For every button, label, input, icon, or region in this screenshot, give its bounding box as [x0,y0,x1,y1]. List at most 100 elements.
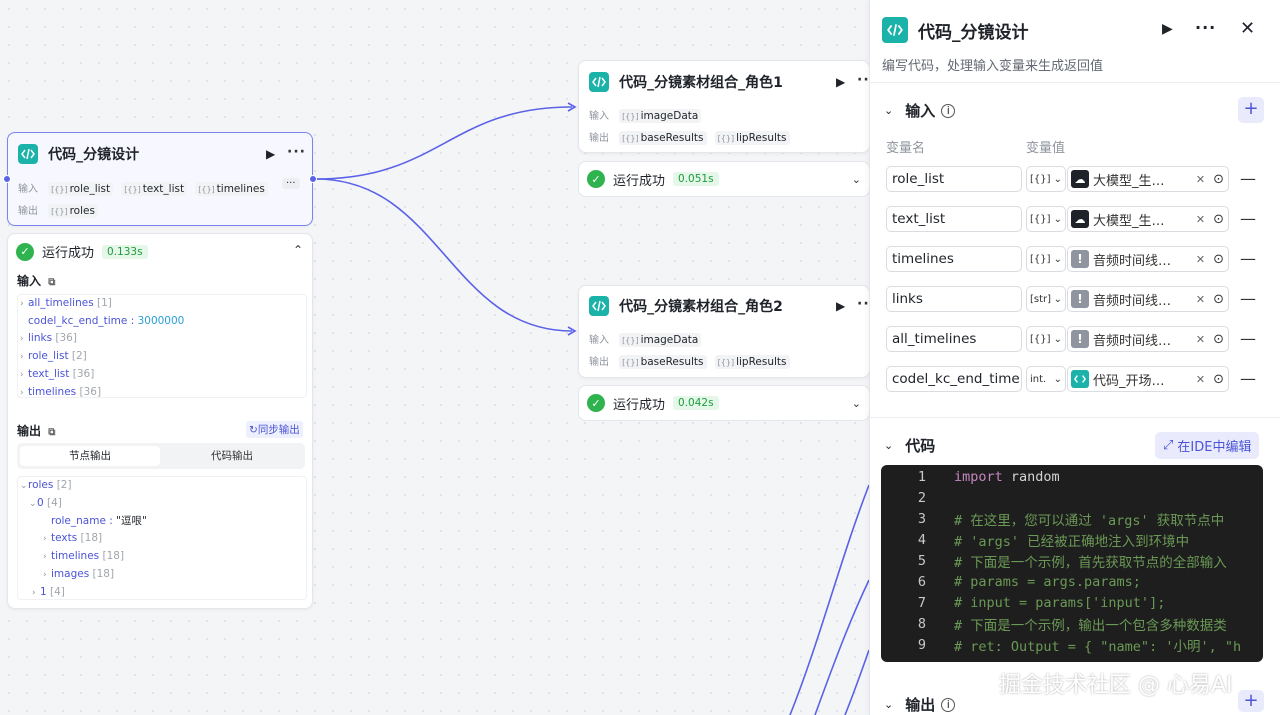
code-editor[interactable]: 1 import random 2 3 # 在这里，您可以通过 'args' 获取节… [881,465,1263,662]
code-line: 4 # 'args' 已经被正确地注入到环境中 [917,531,1190,550]
variable-name-input[interactable]: timelines [886,246,1022,272]
info-icon: i [941,103,956,118]
remove-icon[interactable]: — [1240,289,1256,308]
tree-row[interactable]: › images [18] [20,566,306,584]
tree-row[interactable]: › texts [18] [20,530,306,548]
node-storyboard-design[interactable]: 代码_分镜设计 ▶ ··· 输入 [{}] role_list [{}] text_… [7,132,313,226]
edge-offscreen-2 [814,579,870,715]
input-port[interactable] [3,175,11,183]
tab-code-output[interactable]: 代码输出 [162,446,302,466]
variable-value-select[interactable]: ! 音频时间线… ✕ ⊙ [1067,286,1229,312]
more-icon[interactable]: ··· [1195,18,1216,37]
sync-output-button[interactable]: ↻同步输出 [246,421,303,438]
type-select[interactable]: [str] ⌄ [1026,286,1066,312]
status-text: 运行成功 [613,397,666,413]
more-icon[interactable]: ·· [857,296,870,312]
node-title: 代码_分镜设计 [48,147,140,163]
code-line: 3 # 在这里，您可以通过 'args' 获取节点中 [917,510,1225,529]
output-tag: [{}] baseResults [619,131,707,145]
refresh-icon: ↻ [249,424,258,436]
variable-value-select[interactable]: ! 音频时间线… ✕ ⊙ [1067,326,1229,352]
output-label: 输出 [589,357,609,368]
more-icon[interactable]: ·· [857,72,870,88]
collapse-icon[interactable]: ⌃ [293,243,303,257]
tab-node-output[interactable]: 节点输出 [20,446,160,466]
chevron-down-icon[interactable]: ⌄ [884,104,893,117]
remove-icon[interactable]: — [1240,369,1256,388]
status-text: 运行成功 [613,173,666,189]
tree-row[interactable]: ⌄roles [2] [20,477,306,495]
variable-value-select[interactable]: 代码_开场… ✕ ⊙ [1067,366,1229,392]
type-select[interactable]: int. ⌄ [1026,366,1066,392]
variable-name-input[interactable]: all_timelines [886,326,1022,352]
output-tag: [{}] baseResults [619,355,707,369]
input-label: 输入 [589,111,609,122]
tree-row[interactable]: › all_timelines [1] [20,295,306,313]
panel-description: 编写代码，处理输入变量来生成返回值 [882,59,1104,74]
duration-badge: 0.133s [102,244,148,259]
chevron-down-icon[interactable]: ⌄ [852,397,861,410]
tree-row[interactable]: ⌄0 [4] [20,495,306,513]
code-node-icon [589,72,609,92]
chevron-down-icon[interactable]: ⌄ [884,698,893,711]
edge-to-role2 [315,178,573,332]
code-section-title: 代码 [905,437,936,455]
duration-badge: 0.051s [673,172,719,186]
code-line: 7 # input = params['input']; [917,594,1166,611]
run-status-bar[interactable]: ✓ 运行成功 0.042s ⌄ [578,385,870,421]
status-text: 运行成功 [42,246,95,261]
variable-value-select[interactable]: ! 音频时间线… ✕ ⊙ [1067,246,1229,272]
output-section-title: 输出 [905,696,936,714]
input-heading: 输入 [17,274,42,288]
remove-icon[interactable]: — [1240,169,1256,188]
code-line: 6 # params = args.params; [917,573,1141,590]
variable-value-select[interactable]: ☁ 大模型_生… ✕ ⊙ [1067,166,1229,192]
chevron-down-icon[interactable]: ⌄ [884,439,893,452]
run-result-panel: ✓ 运行成功 0.133s ⌃ 输入 ⧉ › all_timelines [1] … [7,233,313,609]
remove-icon[interactable]: — [1240,329,1256,348]
code-line: 8 # 下面是一个示例，输出一个包含多种数据类 [917,615,1227,634]
remove-icon[interactable]: — [1240,209,1256,228]
tree-row[interactable]: › text_list [36] [20,366,306,384]
input-label: 输入 [18,184,38,195]
run-icon[interactable]: ▶ [836,75,845,89]
tree-row[interactable]: › timelines [18] [20,548,306,566]
output-tag: [{}] lipResults [714,131,790,145]
tree-row: role_name : "逗哏" [51,515,147,527]
remove-icon[interactable]: — [1240,249,1256,268]
tree-row[interactable]: › 1 [4] [20,584,306,602]
variable-name-input[interactable]: codel_kc_end_time [886,366,1022,392]
variable-name-input[interactable]: links [886,286,1022,312]
more-icon[interactable]: ··· [287,144,306,160]
edge-to-role1 [315,106,573,180]
copy-icon[interactable]: ⧉ [48,427,55,438]
variable-value-select[interactable]: ☁ 大模型_生… ✕ ⊙ [1067,206,1229,232]
type-select[interactable]: [{}] ⌄ [1026,326,1066,352]
edit-in-ide-button[interactable]: ⤢ 在IDE中编辑 [1155,432,1260,459]
output-tabs: 节点输出 代码输出 [17,443,305,469]
tree-row[interactable]: › role_list [2] [20,348,306,366]
chevron-down-icon[interactable]: ⌄ [852,173,861,186]
type-select[interactable]: [{}] ⌄ [1026,206,1066,232]
node-role2[interactable]: 代码_分镜素材组合_角色2 ▶ ·· 输入 [{}] imageData 输出 [… [578,285,870,378]
copy-icon[interactable]: ⧉ [48,277,55,288]
close-icon[interactable]: ✕ [1240,18,1255,39]
add-input-button[interactable]: + [1238,97,1264,123]
output-port[interactable] [309,175,317,183]
variable-name-input[interactable]: text_list [886,206,1022,232]
variable-name-input[interactable]: role_list [886,166,1022,192]
add-output-button[interactable]: + [1238,690,1264,712]
run-icon[interactable]: ▶ [1162,21,1173,37]
more-inputs-button[interactable]: ··· [282,178,300,189]
tree-row[interactable]: › links [36] [20,330,306,348]
node-role1[interactable]: 代码_分镜素材组合_角色1 ▶ ·· 输入 [{}] imageData 输出 [… [578,60,870,153]
edge-offscreen-1 [789,484,870,715]
tree-row[interactable]: › timelines [36] [20,384,306,402]
run-icon[interactable]: ▶ [836,299,845,313]
code-node-icon [589,296,609,316]
type-select[interactable]: [{}] ⌄ [1026,246,1066,272]
run-status-bar[interactable]: ✓ 运行成功 0.051s ⌄ [578,161,870,197]
target-icon: ⊙ [1213,331,1224,347]
run-icon[interactable]: ▶ [266,147,275,161]
type-select[interactable]: [{}] ⌄ [1026,166,1066,192]
